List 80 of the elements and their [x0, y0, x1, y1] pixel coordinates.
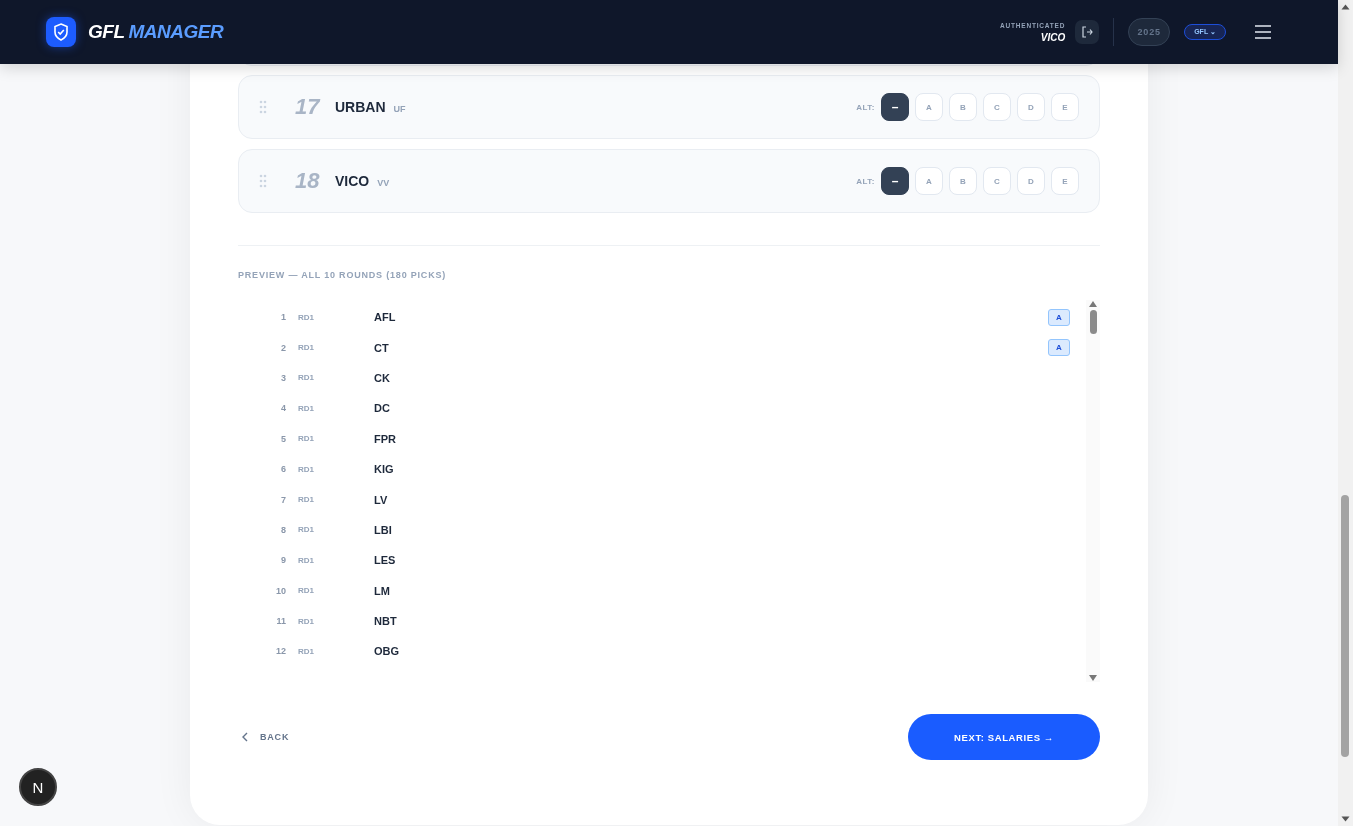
round-label: RD1	[298, 373, 315, 383]
round-label: RD1	[298, 403, 315, 413]
round-label: RD1	[298, 343, 315, 353]
menu-icon[interactable]	[1254, 25, 1272, 39]
pick-number: 2	[280, 342, 286, 353]
dev-badge-button[interactable]: N	[19, 768, 57, 806]
alt-option-button[interactable]: –	[881, 167, 909, 195]
round-label: RD1	[298, 312, 315, 322]
team-code: VV	[377, 178, 391, 188]
alt-option-button[interactable]: E	[1051, 167, 1079, 195]
scroll-up-icon[interactable]	[1341, 4, 1350, 10]
team-code: FPR	[374, 432, 397, 445]
scrollbar-thumb[interactable]	[1089, 310, 1097, 334]
team-name: VICO	[335, 173, 370, 189]
drag-handle-icon[interactable]	[259, 174, 267, 188]
brand-name: GFL	[88, 21, 125, 43]
team-code: LM	[374, 584, 391, 597]
round-label: RD1	[298, 525, 315, 535]
team-code: NBT	[374, 615, 398, 628]
alt-badge: A	[1048, 308, 1070, 326]
pick-number: 3	[280, 372, 286, 383]
year-button[interactable]: 2025	[1128, 18, 1171, 46]
team-number: 18	[295, 168, 321, 194]
scrollbar-thumb[interactable]	[1341, 495, 1349, 757]
scrollbar[interactable]	[1086, 300, 1100, 682]
alt-option-button[interactable]: C	[983, 93, 1011, 121]
alt-option-button[interactable]: C	[983, 167, 1011, 195]
alt-option-button[interactable]: A	[915, 167, 943, 195]
round-label: RD1	[298, 555, 315, 565]
team-code: AFL	[374, 311, 397, 324]
alt-option-button[interactable]: B	[949, 167, 977, 195]
alt-option-button[interactable]: D	[1017, 167, 1045, 195]
round-label: RD1	[298, 464, 315, 474]
alt-option-button[interactable]: E	[1051, 93, 1079, 121]
pick-number: 5	[280, 433, 286, 444]
scroll-up-icon[interactable]	[1088, 300, 1098, 308]
pick-number: 10	[275, 585, 286, 596]
brand-name-accent: MANAGER	[128, 21, 224, 43]
pick-number: 7	[280, 494, 286, 505]
team-code: LBI	[374, 523, 393, 536]
round-label: RD1	[298, 647, 315, 656]
alt-option-button[interactable]: B	[949, 93, 977, 121]
pick-number: 12	[275, 646, 286, 657]
alt-label: ALT:	[856, 102, 875, 112]
scroll-down-icon[interactable]	[1341, 816, 1350, 822]
round-label: RD1	[298, 495, 315, 505]
pick-number: 4	[280, 403, 286, 414]
alt-option-button[interactable]: D	[1017, 93, 1045, 121]
back-button[interactable]: BACK	[238, 732, 294, 742]
pick-number: 1	[280, 312, 286, 323]
shield-logo-icon	[46, 17, 76, 47]
logout-icon[interactable]	[1075, 20, 1100, 44]
round-label: RD1	[298, 616, 315, 626]
page-scrollbar[interactable]	[1338, 0, 1353, 826]
alt-badge: A	[1048, 339, 1070, 357]
team-code: DC	[374, 402, 391, 415]
team-code: CK	[374, 371, 391, 384]
pick-number: 9	[280, 555, 286, 566]
team-code: CT	[374, 341, 390, 354]
team-code: UF	[393, 104, 407, 114]
team-code: OBG	[374, 645, 401, 658]
team-code: LV	[374, 493, 389, 506]
team-number: 17	[295, 94, 322, 120]
pick-number: 11	[275, 616, 286, 627]
scroll-down-icon[interactable]	[1088, 674, 1098, 682]
round-label: RD1	[298, 434, 315, 444]
alt-option-button[interactable]: –	[881, 93, 909, 121]
team-code: KIG	[374, 463, 395, 476]
preview-title: PREVIEW — ALL 10 ROUNDS (180 PICKS)	[238, 270, 448, 280]
user-name: VICO	[1040, 31, 1066, 43]
team-name: URBAN	[335, 99, 386, 115]
pick-number: 6	[280, 464, 286, 475]
alt-label: ALT:	[856, 176, 875, 186]
next-button[interactable]: NEXT: SALARIES →	[908, 714, 1100, 760]
chevron-left-icon	[242, 732, 248, 742]
team-code: LES	[374, 554, 397, 567]
alt-option-button[interactable]: A	[915, 93, 943, 121]
drag-handle-icon[interactable]	[259, 100, 267, 114]
round-label: RD1	[298, 586, 315, 596]
pick-number: 8	[280, 524, 286, 535]
